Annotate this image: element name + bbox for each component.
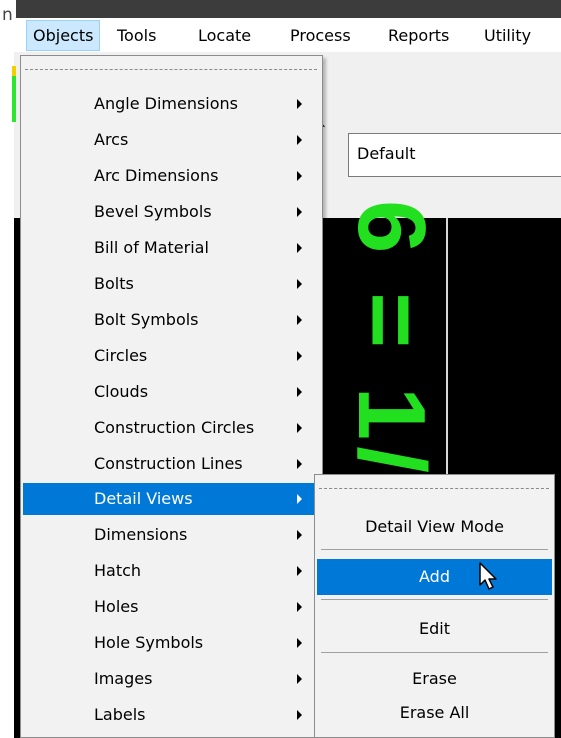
drawing-scale-text-clip: 6 = 1/2	[316, 200, 466, 510]
submenu-item-label: Erase All	[399, 703, 470, 722]
submenu-arrow-icon	[297, 135, 302, 145]
detail-views-submenu: Detail View Mode Add Edit Erase Erase Al…	[314, 474, 555, 738]
submenu-separator	[321, 599, 548, 600]
drawing-scale-text: 6 = 1/2	[338, 200, 445, 510]
view-combo-box[interactable]: Default	[348, 133, 561, 177]
menu-item-hatch[interactable]: Hatch	[23, 555, 320, 587]
submenu-arrow-icon	[297, 710, 302, 720]
title-bar	[14, 0, 561, 18]
submenu-arrow-icon	[297, 243, 302, 253]
menu-bar: Objects Tools Locate Process Reports Uti…	[14, 18, 561, 53]
menu-item-arcs[interactable]: Arcs	[23, 124, 320, 156]
menu-item-construction-circles[interactable]: Construction Circles	[23, 412, 320, 444]
menu-item-label: Detail Views	[94, 489, 193, 508]
menu-item-clouds[interactable]: Clouds	[23, 376, 320, 408]
menu-item-angle-dimensions[interactable]: Angle Dimensions	[23, 88, 320, 120]
toolbar-color-swatch-yellow[interactable]	[12, 66, 16, 76]
menu-item-label: Construction Circles	[94, 418, 255, 437]
submenu-arrow-icon	[297, 602, 302, 612]
submenu-tearoff-line[interactable]	[319, 488, 549, 489]
menu-item-label: Bolt Symbols	[94, 310, 199, 329]
submenu-arrow-icon	[297, 423, 302, 433]
menu-tearoff-line[interactable]	[25, 69, 317, 70]
menubar-objects[interactable]: Objects	[26, 20, 101, 51]
menubar-tools[interactable]: Tools	[111, 20, 162, 51]
menu-item-label: Holes	[94, 597, 139, 616]
mouse-cursor-icon	[479, 562, 497, 590]
submenu-arrow-icon	[297, 387, 302, 397]
menubar-utility[interactable]: Utility	[478, 20, 537, 51]
menu-item-label: Hole Symbols	[94, 633, 204, 652]
menu-item-label: Dimensions	[94, 525, 188, 544]
submenu-arrow-icon	[297, 638, 302, 648]
submenu-item-label: Erase	[412, 669, 457, 688]
submenu-arrow-icon	[297, 459, 302, 469]
submenu-arrow-icon	[297, 674, 302, 684]
submenu-item-add[interactable]: Add	[317, 559, 552, 595]
menu-item-images[interactable]: Images	[23, 663, 320, 695]
submenu-item-label: Edit	[419, 619, 450, 638]
submenu-arrow-icon	[297, 351, 302, 361]
menubar-reports[interactable]: Reports	[382, 20, 455, 51]
submenu-arrow-icon	[297, 99, 302, 109]
submenu-separator	[321, 652, 548, 653]
menu-item-label: Construction Lines	[94, 454, 243, 473]
submenu-item-erase[interactable]: Erase	[317, 661, 552, 697]
menu-item-detail-views[interactable]: Detail Views	[23, 483, 320, 515]
menu-item-label: Labels	[94, 705, 146, 724]
menu-item-circles[interactable]: Circles	[23, 340, 320, 372]
menu-item-label: Images	[94, 669, 153, 688]
submenu-item-label: Detail View Mode	[365, 517, 504, 536]
menu-item-hole-symbols[interactable]: Hole Symbols	[23, 627, 320, 659]
toolbar-color-swatch-green[interactable]	[12, 76, 16, 122]
submenu-arrow-icon	[297, 315, 302, 325]
menu-item-holes[interactable]: Holes	[23, 591, 320, 623]
submenu-arrow-icon	[297, 279, 302, 289]
submenu-item-detail-view-mode[interactable]: Detail View Mode	[317, 509, 552, 545]
menu-item-label: Clouds	[94, 382, 149, 401]
menu-item-bill-of-material[interactable]: Bill of Material	[23, 232, 320, 264]
menu-item-label: Arc Dimensions	[94, 166, 219, 185]
submenu-item-label: Add	[419, 567, 450, 586]
menubar-process[interactable]: Process	[284, 20, 357, 51]
menu-item-labels[interactable]: Labels	[23, 699, 320, 731]
submenu-arrow-icon	[297, 530, 302, 540]
menu-item-label: Bevel Symbols	[94, 202, 212, 221]
menu-item-label: Angle Dimensions	[94, 94, 238, 113]
menu-item-arc-dimensions[interactable]: Arc Dimensions	[23, 160, 320, 192]
menu-item-bolts[interactable]: Bolts	[23, 268, 320, 300]
menu-item-label: Bolts	[94, 274, 134, 293]
menu-item-label: Circles	[94, 346, 148, 365]
menu-item-construction-lines[interactable]: Construction Lines	[23, 448, 320, 480]
menubar-locate[interactable]: Locate	[192, 20, 257, 51]
submenu-arrow-icon	[297, 566, 302, 576]
menu-item-label: Arcs	[94, 130, 129, 149]
submenu-item-edit[interactable]: Edit	[317, 611, 552, 647]
menu-item-label: Hatch	[94, 561, 142, 580]
menu-item-bevel-symbols[interactable]: Bevel Symbols	[23, 196, 320, 228]
submenu-separator	[321, 549, 548, 550]
submenu-arrow-icon	[297, 494, 302, 504]
objects-menu: Angle Dimensions Arcs Arc Dimensions Bev…	[20, 55, 323, 738]
view-combo-value: Default	[357, 144, 416, 163]
menu-item-label: Bill of Material	[94, 238, 209, 257]
submenu-item-erase-all[interactable]: Erase All	[317, 695, 552, 731]
submenu-arrow-icon	[297, 207, 302, 217]
submenu-arrow-icon	[297, 171, 302, 181]
menu-item-bolt-symbols[interactable]: Bolt Symbols	[23, 304, 320, 336]
menu-item-dimensions[interactable]: Dimensions	[23, 519, 320, 551]
